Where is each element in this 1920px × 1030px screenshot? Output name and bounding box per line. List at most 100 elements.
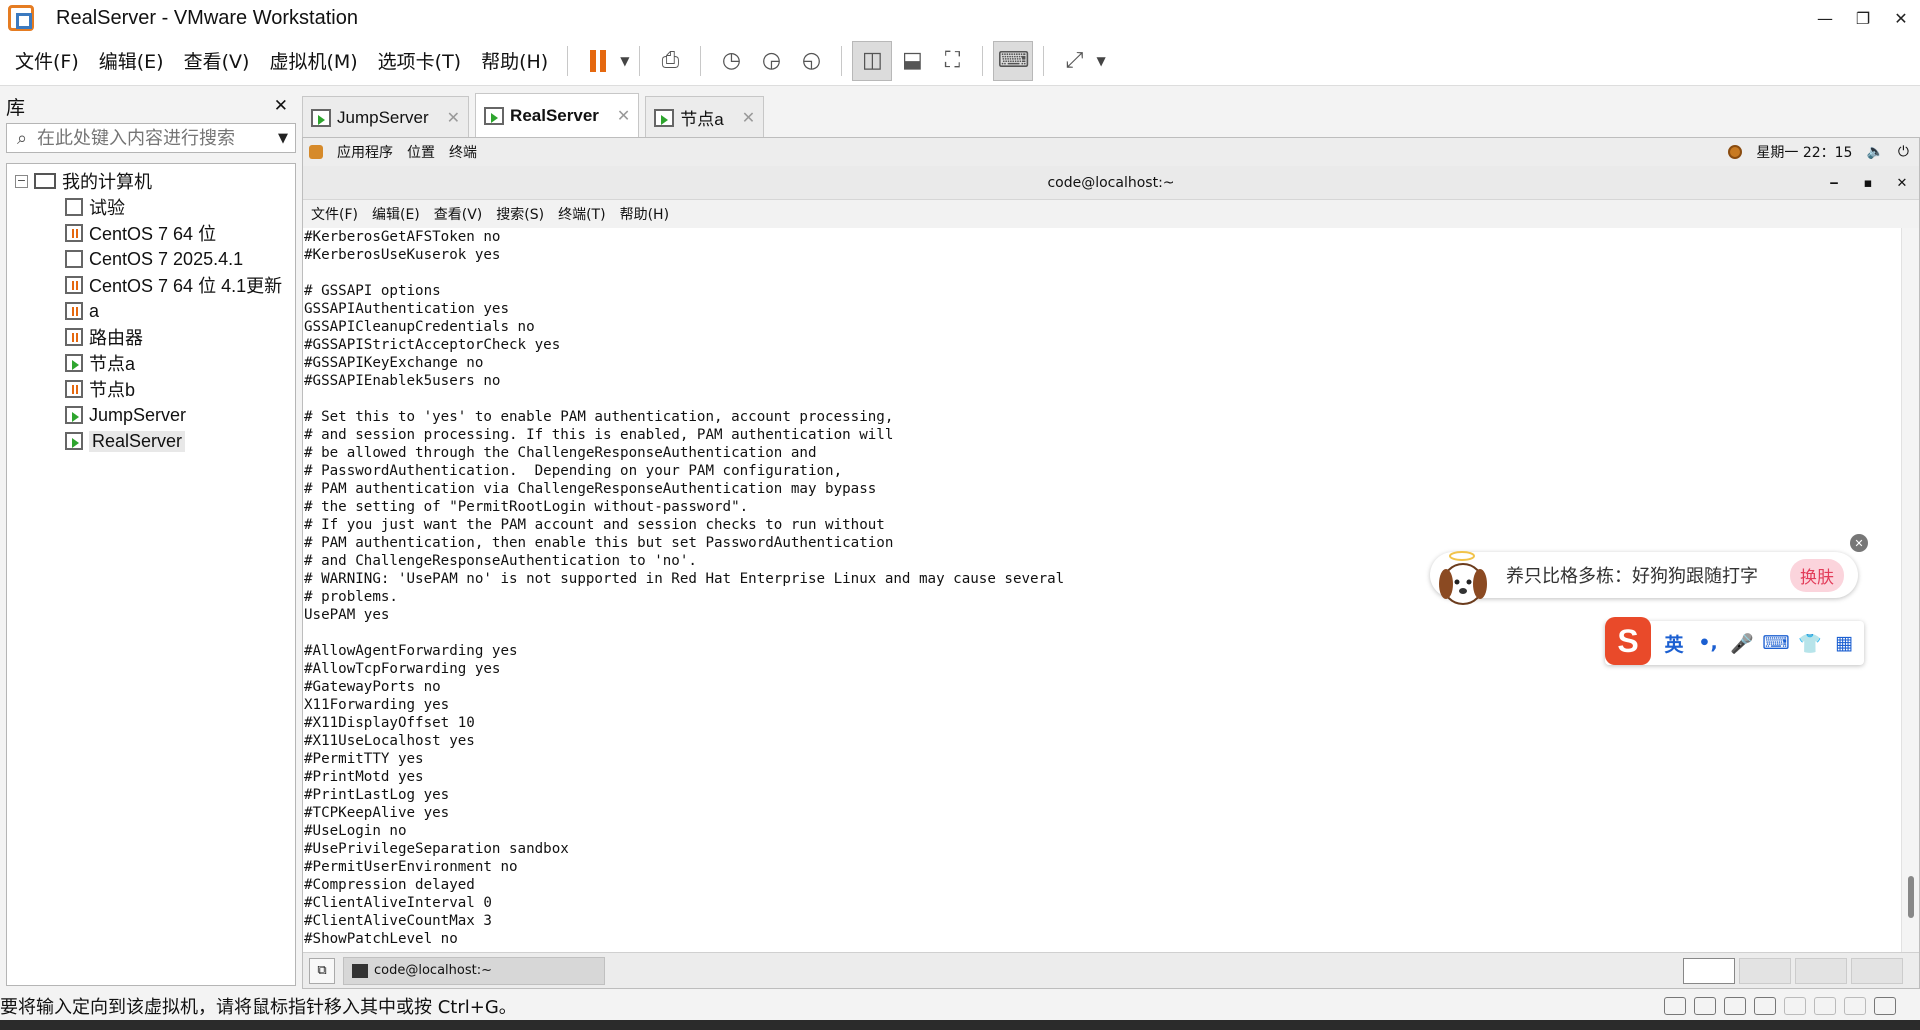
terminal-close-button[interactable]: ✕ [1885, 166, 1919, 200]
terminal-menu-help[interactable]: 帮助(H) [620, 204, 669, 224]
vm-list-item[interactable]: CentOS 7 64 位 [65, 220, 282, 246]
usb-icon[interactable] [1784, 997, 1806, 1015]
guest-menu-places[interactable]: 位置 [407, 142, 435, 162]
maximize-button[interactable]: ❐ [1844, 0, 1882, 36]
vm-list-item[interactable]: 试验 [65, 194, 282, 220]
workspace-2[interactable] [1739, 958, 1791, 984]
terminal-menu-edit[interactable]: 编辑(E) [372, 204, 420, 224]
terminal-maximize-button[interactable]: ▪ [1851, 166, 1885, 200]
search-dropdown-icon[interactable]: ▼ [271, 131, 295, 146]
microphone-icon[interactable]: 🎤 [1725, 632, 1759, 655]
close-button[interactable]: ✕ [1882, 0, 1920, 36]
sogou-logo-icon[interactable]: S [1605, 617, 1651, 665]
terminal-menubar: 文件(F) 编辑(E) 查看(V) 搜索(S) 终端(T) 帮助(H) [303, 200, 1919, 228]
collapse-icon[interactable]: − [15, 174, 28, 188]
terminal-minimize-button[interactable]: ‒ [1817, 166, 1851, 200]
thumbnail-view-icon[interactable]: ⬓ [892, 41, 932, 81]
vm-list-item[interactable]: JumpServer [65, 402, 282, 428]
revert-snapshot-icon[interactable]: ◶ [751, 41, 791, 81]
terminal-menu-search[interactable]: 搜索(S) [496, 204, 544, 224]
user-status-icon[interactable] [1728, 145, 1743, 159]
network-icon[interactable] [1724, 997, 1746, 1015]
workspace-4[interactable] [1851, 958, 1903, 984]
menu-edit[interactable]: 编辑(E) [90, 47, 173, 74]
vm-list-item[interactable]: RealServer [65, 428, 282, 454]
ime-skin-button[interactable]: 换肤 [1790, 558, 1844, 592]
ime-punct-toggle[interactable]: •, [1691, 632, 1725, 654]
power-icon[interactable]: ⏻ [1898, 144, 1909, 160]
vm-list-item[interactable]: CentOS 7 64 位 4.1更新 [65, 272, 282, 298]
snapshot-icon[interactable]: ◷ [711, 41, 751, 81]
taskbar-terminal-button[interactable]: code@localhost:~ [343, 956, 605, 985]
library-search-input[interactable] [37, 127, 271, 149]
cdrom-icon[interactable] [1694, 997, 1716, 1015]
vm-list-item[interactable]: 节点a [65, 350, 282, 376]
show-desktop-icon[interactable]: ⧉ [309, 957, 335, 984]
send-keys-icon[interactable]: ⎙ [650, 41, 690, 81]
ime-tip-text: 养只比格多栋：好狗狗跟随打字 [1506, 566, 1758, 587]
tab-close-button[interactable]: ✕ [447, 108, 460, 128]
terminal-menu-terminal[interactable]: 终端(T) [558, 204, 605, 224]
ime-close-button[interactable]: ✕ [1850, 534, 1868, 552]
ime-lang-toggle[interactable]: 英 [1657, 630, 1691, 657]
snapshot-manager-icon[interactable]: ◵ [791, 41, 831, 81]
tab-close-button[interactable]: ✕ [742, 108, 755, 128]
workspace-1[interactable] [1683, 958, 1735, 984]
scrollbar-thumb[interactable] [1908, 876, 1914, 918]
toolbox-grid-icon[interactable]: ▦ [1827, 632, 1861, 654]
menu-tabs[interactable]: 选项卡(T) [369, 47, 470, 74]
guest-clock[interactable]: 星期一 22：15 [1756, 142, 1852, 162]
menu-help[interactable]: 帮助(H) [472, 47, 557, 74]
terminal-line: # the setting of "PermitRootLogin withou… [304, 499, 749, 515]
vm-paused-icon [65, 380, 83, 398]
ime-tip-bubble[interactable]: 养只比格多栋：好狗狗跟随打字 换肤 [1430, 552, 1858, 598]
vm-list-item[interactable]: 节点b [65, 376, 282, 402]
volume-icon[interactable]: 🔈 [1866, 144, 1883, 160]
stretch-icon[interactable]: ⤢ [1054, 41, 1094, 81]
library-view-icon[interactable]: ◫ [852, 40, 893, 81]
terminal-line: #TCPKeepAlive yes [304, 805, 450, 821]
terminal-line: #ClientAliveInterval 0 [304, 895, 492, 911]
toolbar-separator [982, 45, 984, 76]
vm-off-icon [65, 250, 83, 268]
toolbar-separator [1043, 45, 1045, 76]
guest-menu-terminal[interactable]: 终端 [449, 142, 477, 162]
library-close-button[interactable]: ✕ [274, 96, 288, 116]
vm-list-item[interactable]: 路由器 [65, 324, 282, 350]
terminal-line: #GSSAPIKeyExchange no [304, 355, 484, 371]
vm-list-item[interactable]: CentOS 7 2025.4.1 [65, 246, 282, 272]
console-icon[interactable]: ⌨ [993, 40, 1034, 81]
audio-icon[interactable] [1814, 997, 1836, 1015]
tab-realserver[interactable]: RealServer ✕ [475, 93, 640, 138]
menu-file[interactable]: 文件(F) [6, 47, 88, 74]
stretch-dropdown-icon[interactable]: ▼ [1096, 54, 1105, 68]
workspace-3[interactable] [1795, 958, 1847, 984]
vm-list-item[interactable]: a [65, 298, 282, 324]
tab-jumpserver[interactable]: JumpServer ✕ [302, 96, 470, 138]
terminal-scrollbar[interactable] [1901, 228, 1919, 952]
terminal-line: #Compression delayed [304, 877, 475, 893]
hdd-icon[interactable] [1664, 997, 1686, 1015]
menu-vm[interactable]: 虚拟机(M) [260, 47, 366, 74]
menu-view[interactable]: 查看(V) [175, 47, 259, 74]
message-log-icon[interactable] [1874, 997, 1896, 1015]
pause-icon[interactable] [578, 41, 618, 81]
skin-shirt-icon[interactable]: 👕 [1793, 632, 1827, 655]
library-search[interactable]: ⌕ ▼ [6, 123, 296, 153]
fullscreen-icon[interactable]: ⛶ [932, 41, 972, 81]
power-dropdown-icon[interactable]: ▼ [620, 54, 629, 68]
terminal-menu-view[interactable]: 查看(V) [434, 204, 483, 224]
guest-menu-apps[interactable]: 应用程序 [337, 142, 393, 162]
keyboard-icon[interactable]: ⌨ [1759, 632, 1793, 654]
tab-close-button[interactable]: ✕ [617, 106, 630, 126]
toolbar-separator [841, 45, 843, 76]
sound-icon[interactable] [1754, 997, 1776, 1015]
minimize-button[interactable]: — [1806, 0, 1844, 36]
printer-icon[interactable] [1844, 997, 1866, 1015]
terminal-menu-file[interactable]: 文件(F) [311, 204, 358, 224]
tab-node-a[interactable]: 节点a ✕ [645, 96, 765, 138]
tree-root-my-computer[interactable]: − 我的计算机 [15, 168, 152, 194]
vm-list-item-label: RealServer [89, 430, 186, 452]
vm-list-item-label: JumpServer [89, 404, 187, 425]
